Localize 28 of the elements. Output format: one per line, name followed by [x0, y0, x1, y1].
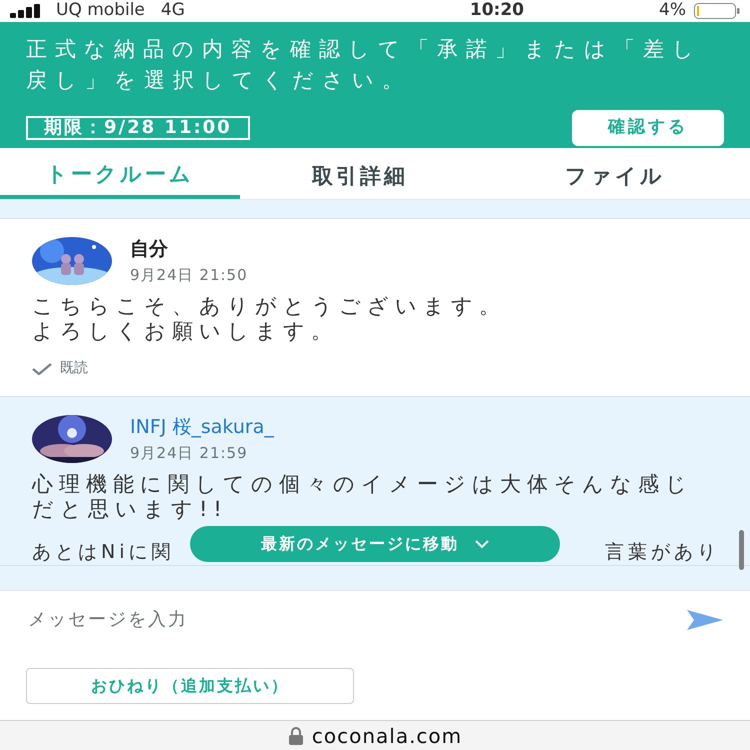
check-icon [32, 362, 52, 374]
message-text: 心理機能に関しての個々のイメージは大体そんな感じだと思います!! [32, 472, 694, 522]
message-time: 9月24日 21:59 [130, 442, 249, 464]
clock-time: 10:20 [468, 0, 526, 22]
url-text: coconala.com [312, 722, 462, 750]
tab[interactable]: 取引詳細 [240, 148, 480, 199]
chevron-down-icon [475, 540, 489, 548]
message-text: あとはNiに関 [32, 540, 174, 565]
message-text: こちらこそ、ありがとうございます。 [32, 294, 507, 319]
carrier-name: UQ mobile [56, 0, 145, 22]
tab[interactable]: ファイル [480, 148, 750, 199]
battery-percentage: 4% [659, 0, 686, 22]
message-text: 言葉があり [605, 540, 720, 565]
tip-button[interactable]: おひねり（追加支払い） [26, 668, 354, 704]
jump-to-latest-button[interactable]: 最新のメッセージに移動 [190, 526, 560, 562]
notice-text: 正式な納品の内容を確認して「承諾」または「差し戻し」を選択してください。 [26, 36, 703, 94]
lock-icon [288, 726, 304, 744]
sender-name: INFJ 桜_sakura_ [130, 415, 274, 440]
message-text: よろしくお願いします。 [32, 319, 339, 344]
confirm-button[interactable]: 確認する [572, 110, 724, 146]
network-type: 4G [160, 0, 185, 22]
scrollbar-thumb[interactable] [739, 530, 744, 570]
battery-icon [694, 3, 740, 19]
send-icon[interactable] [686, 608, 724, 630]
read-status: 既読 [60, 359, 88, 378]
deadline-label: 期限：9/28 11:00 [26, 116, 250, 140]
sender-name: 自分 [130, 237, 169, 262]
message-time: 9月24日 21:50 [130, 264, 248, 286]
